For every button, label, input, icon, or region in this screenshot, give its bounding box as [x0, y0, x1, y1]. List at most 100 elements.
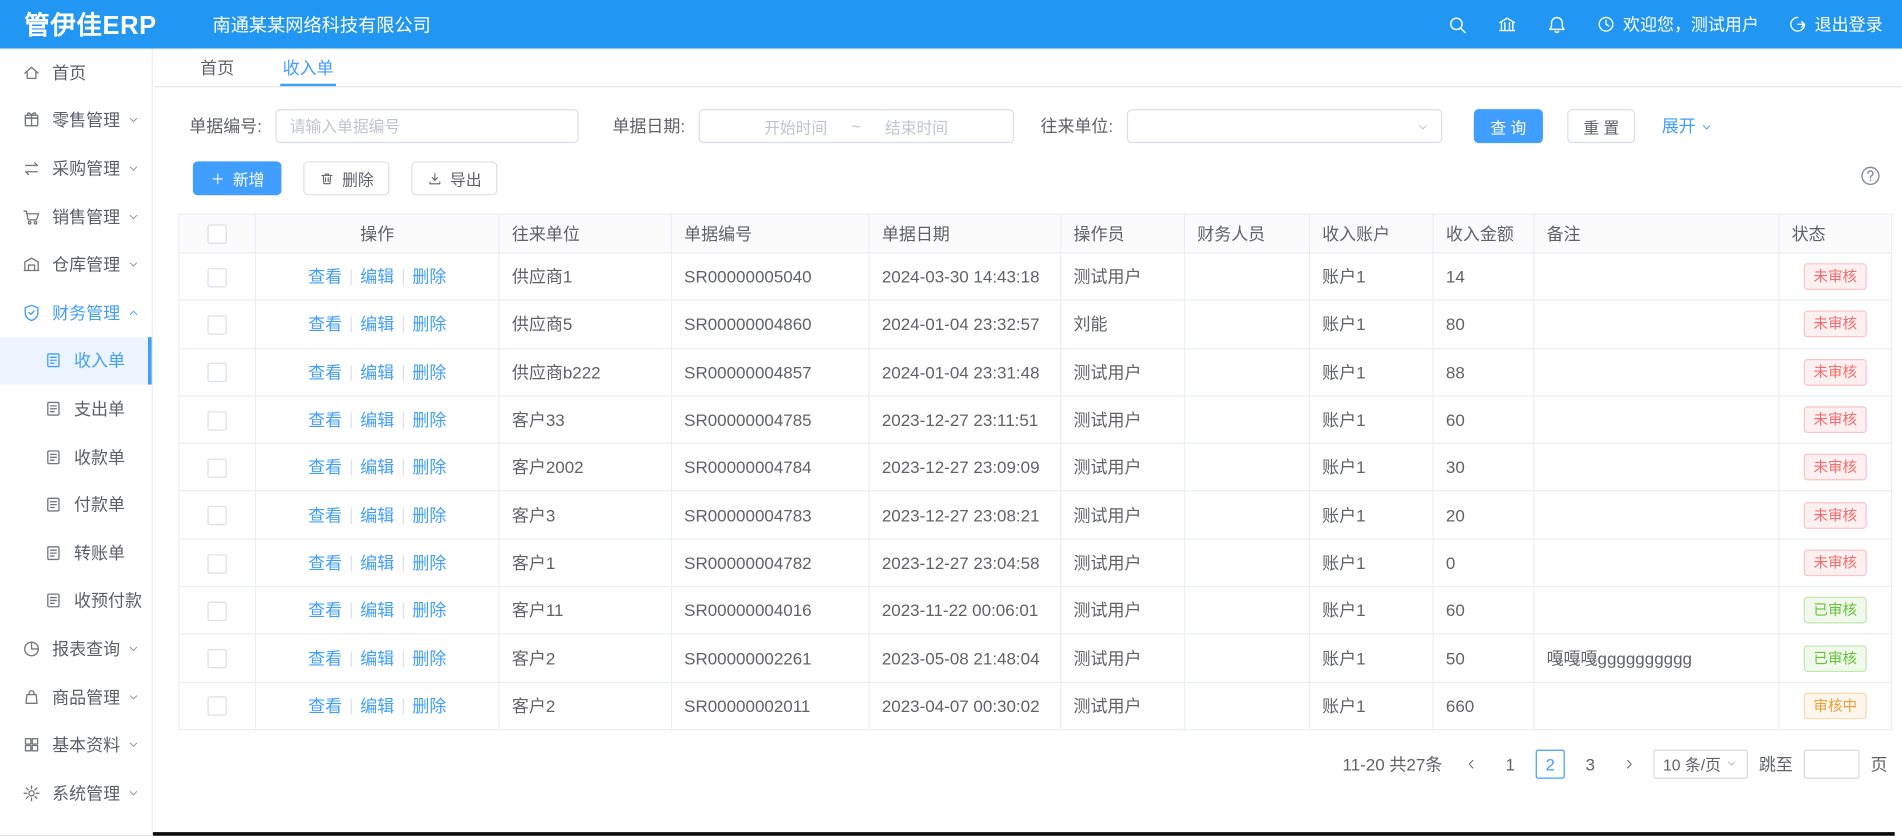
logout-icon [1788, 15, 1807, 34]
view-link[interactable]: 查看 [308, 553, 342, 572]
sidebar-item-home[interactable]: 首页 [0, 49, 152, 97]
amount-cell: 30 [1433, 444, 1534, 492]
tab-home[interactable]: 首页 [200, 49, 234, 87]
help-icon[interactable] [1860, 165, 1882, 187]
doc-no-input[interactable] [275, 109, 578, 143]
row-actions-cell: 查看编辑删除 [255, 682, 499, 730]
delete-link[interactable]: 删除 [412, 696, 446, 715]
delete-link[interactable]: 删除 [412, 267, 446, 286]
jump-page-input[interactable] [1804, 750, 1860, 779]
row-checkbox[interactable] [207, 554, 226, 573]
sidebar-item-sales[interactable]: 销售管理 [0, 193, 152, 241]
delete-link[interactable]: 删除 [412, 648, 446, 667]
operator-cell: 测试用户 [1061, 253, 1185, 301]
partner-select[interactable] [1126, 109, 1441, 143]
sidebar-item-reports[interactable]: 报表查询 [0, 625, 152, 673]
delete-link[interactable]: 删除 [412, 315, 446, 334]
sidebar-item-label: 零售管理 [52, 108, 120, 132]
view-link[interactable]: 查看 [308, 648, 342, 667]
account-cell: 账户1 [1309, 539, 1433, 587]
select-all-checkbox[interactable] [207, 225, 226, 244]
main-content: 首页收入单 单据编号: 单据日期: 开始时间 ~ 结束时间 往来单位: 查 询 … [154, 49, 1902, 836]
edit-link[interactable]: 编辑 [360, 601, 394, 620]
view-link[interactable]: 查看 [308, 696, 342, 715]
edit-link[interactable]: 编辑 [360, 267, 394, 286]
sidebar-item-transfer-doc[interactable]: 转账单 [0, 529, 152, 577]
delete-link[interactable]: 删除 [412, 410, 446, 429]
view-link[interactable]: 查看 [308, 410, 342, 429]
status-badge: 未审核 [1804, 311, 1867, 338]
delete-link[interactable]: 删除 [412, 505, 446, 524]
welcome-user[interactable]: 欢迎您，测试用户 [1596, 12, 1759, 36]
row-checkbox[interactable] [207, 506, 226, 525]
action-separator [403, 508, 404, 524]
next-page-button[interactable] [1616, 751, 1643, 778]
sidebar-item-warehouse[interactable]: 仓库管理 [0, 241, 152, 289]
edit-link[interactable]: 编辑 [360, 648, 394, 667]
row-checkbox[interactable] [207, 268, 226, 287]
edit-link[interactable]: 编辑 [360, 315, 394, 334]
sidebar-item-prepayment[interactable]: 收预付款 [0, 577, 152, 625]
view-link[interactable]: 查看 [308, 267, 342, 286]
sidebar-item-payment-doc[interactable]: 付款单 [0, 481, 152, 529]
view-link[interactable]: 查看 [308, 458, 342, 477]
sidebar-item-purchase[interactable]: 采购管理 [0, 145, 152, 193]
tab-income[interactable]: 收入单 [283, 49, 334, 87]
delete-link[interactable]: 删除 [412, 362, 446, 381]
view-link[interactable]: 查看 [308, 315, 342, 334]
export-button[interactable]: 导出 [411, 161, 497, 195]
bank-icon[interactable] [1497, 14, 1518, 35]
add-label: 新增 [233, 167, 265, 190]
edit-link[interactable]: 编辑 [360, 362, 394, 381]
date-range-picker[interactable]: 开始时间 ~ 结束时间 [698, 109, 1013, 143]
edit-link[interactable]: 编辑 [360, 553, 394, 572]
column-header: 收入金额 [1433, 214, 1534, 253]
sidebar-item-retail[interactable]: 零售管理 [0, 97, 152, 145]
expand-link[interactable]: 展开 [1662, 114, 1714, 138]
row-checkbox[interactable] [207, 697, 226, 716]
sidebar-item-goods[interactable]: 商品管理 [0, 673, 152, 721]
row-checkbox[interactable] [207, 315, 226, 334]
view-link[interactable]: 查看 [308, 601, 342, 620]
remark-cell [1534, 301, 1779, 349]
page-number-3[interactable]: 3 [1576, 750, 1605, 779]
row-checkbox[interactable] [207, 411, 226, 430]
add-button[interactable]: 新增 [193, 161, 282, 195]
row-checkbox[interactable] [207, 601, 226, 620]
edit-link[interactable]: 编辑 [360, 505, 394, 524]
delete-link[interactable]: 删除 [412, 458, 446, 477]
delete-link[interactable]: 删除 [412, 553, 446, 572]
page-number-1[interactable]: 1 [1496, 750, 1525, 779]
search-button[interactable]: 查 询 [1473, 109, 1543, 143]
chevron-down-icon [126, 113, 141, 128]
page-size-select[interactable]: 10 条/页 [1653, 750, 1748, 779]
top-header: 管伊佳ERP 南通某某网络科技有限公司 欢迎您，测试用户 退出登录 [0, 0, 1902, 49]
row-checkbox[interactable] [207, 649, 226, 668]
sidebar-item-receipt-doc[interactable]: 收款单 [0, 433, 152, 481]
edit-link[interactable]: 编辑 [360, 696, 394, 715]
edit-link[interactable]: 编辑 [360, 458, 394, 477]
view-link[interactable]: 查看 [308, 505, 342, 524]
sidebar-item-income-doc[interactable]: 收入单 [0, 337, 152, 385]
sidebar-item-finance[interactable]: 财务管理 [0, 289, 152, 337]
page-number-2[interactable]: 2 [1536, 750, 1565, 779]
prev-page-button[interactable] [1458, 751, 1485, 778]
account-cell: 账户1 [1309, 587, 1433, 635]
action-separator [403, 651, 404, 667]
edit-link[interactable]: 编辑 [360, 410, 394, 429]
view-link[interactable]: 查看 [308, 362, 342, 381]
reset-button[interactable]: 重 置 [1568, 109, 1635, 143]
sidebar-item-expense-doc[interactable]: 支出单 [0, 385, 152, 433]
delete-button[interactable]: 删除 [303, 161, 389, 195]
delete-link[interactable]: 删除 [412, 601, 446, 620]
search-icon[interactable] [1447, 14, 1468, 35]
status-badge: 未审核 [1804, 263, 1867, 290]
logout-button[interactable]: 退出登录 [1788, 12, 1883, 36]
row-checkbox[interactable] [207, 363, 226, 382]
sidebar-item-base-data[interactable]: 基本资料 [0, 721, 152, 769]
row-checkbox[interactable] [207, 458, 226, 477]
sidebar-item-label: 基本资料 [52, 733, 120, 757]
sidebar-item-system[interactable]: 系统管理 [0, 769, 152, 817]
partner-label: 往来单位: [1040, 114, 1113, 138]
bell-icon[interactable] [1547, 14, 1568, 35]
